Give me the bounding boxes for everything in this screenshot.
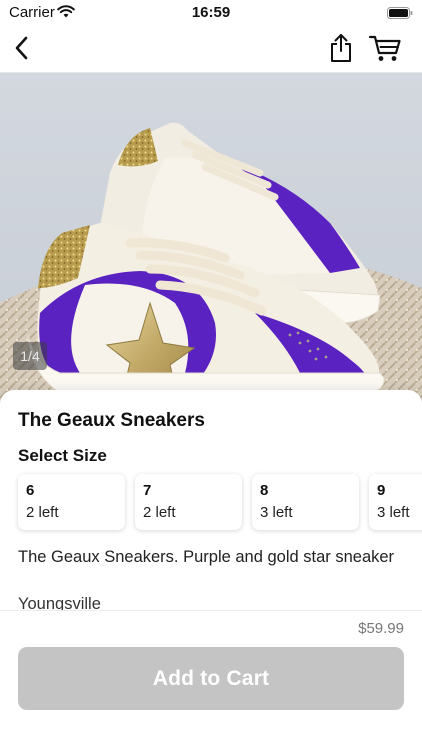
checkout-footer: $59.99 Add to Cart <box>0 610 422 751</box>
size-heading: Select Size <box>18 446 107 465</box>
size-option[interactable]: 9 3 left <box>369 474 422 530</box>
size-stock: 2 left <box>143 504 176 521</box>
size-selector: 6 2 left 7 2 left 8 3 left 9 3 left <box>18 474 422 530</box>
clock: 16:59 <box>191 4 231 21</box>
price-label: $59.99 <box>358 620 404 637</box>
size-value: 8 <box>260 482 269 499</box>
status-bar: Carrier 16:59 <box>0 0 422 24</box>
cart-icon <box>368 35 401 61</box>
add-to-cart-button[interactable]: Add to Cart <box>18 647 404 710</box>
size-stock: 2 left <box>26 504 59 521</box>
size-option[interactable]: 7 2 left <box>135 474 242 530</box>
share-icon <box>331 34 351 62</box>
size-value: 7 <box>143 482 152 499</box>
size-option[interactable]: 8 3 left <box>252 474 359 530</box>
product-detail-sheet: The Geaux Sneakers Select Size 6 2 left … <box>0 390 422 610</box>
navigation-bar <box>0 24 422 73</box>
photo-counter: 1/4 <box>13 342 47 370</box>
cart-button[interactable] <box>366 31 404 65</box>
back-button[interactable] <box>6 32 38 64</box>
size-value: 9 <box>377 482 386 499</box>
chevron-left-icon <box>15 36 28 60</box>
product-description: The Geaux Sneakers. Purple and gold star… <box>18 548 395 566</box>
product-photo[interactable] <box>0 73 422 403</box>
size-stock: 3 left <box>260 504 293 521</box>
product-title: The Geaux Sneakers <box>18 410 205 431</box>
size-stock: 3 left <box>377 504 410 521</box>
share-button[interactable] <box>325 31 357 65</box>
store-location: Youngsville <box>18 595 101 610</box>
size-value: 6 <box>26 482 35 499</box>
battery-icon <box>387 6 413 24</box>
size-option[interactable]: 6 2 left <box>18 474 125 530</box>
